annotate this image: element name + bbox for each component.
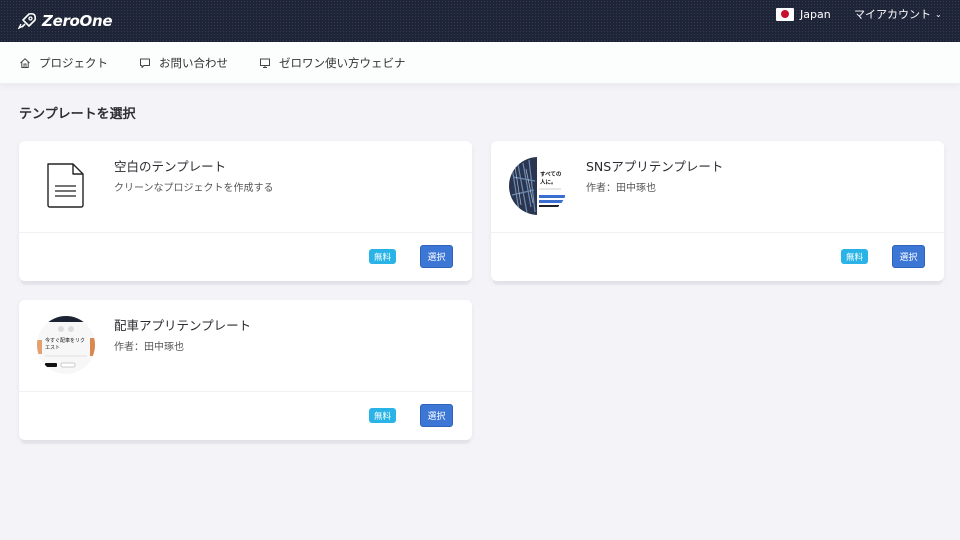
nav-bar: プロジェクト お問い合わせ ゼロワン使い方ウェビナ [0,42,960,84]
free-badge: 無料 [841,249,869,264]
select-button[interactable]: 選択 [892,245,925,268]
rocket-icon [18,12,37,30]
chevron-down-icon: ⌄ [935,9,942,19]
select-button[interactable]: 選択 [420,404,453,427]
chat-icon [140,58,150,68]
page-title: テンプレートを選択 [19,107,136,122]
logo[interactable]: ZeroOne [18,6,113,36]
template-card-ride: 今すぐ配車をリクエスト 配車アプリテンプレート 作者：田中琢也 無料 選択 [19,300,472,440]
japan-flag-icon [776,7,794,21]
thumbnail-caption: すべての人に。 [540,172,562,186]
account-label: マイアカウント [854,8,931,21]
nav-item-label: お問い合わせ [159,56,228,70]
language-selector[interactable]: Japan [776,7,831,21]
thumbnail-caption: 今すぐ配車をリクエスト [45,338,86,351]
select-button[interactable]: 選択 [420,245,453,268]
nav-item-webinar[interactable]: ゼロワン使い方ウェビナ [259,42,406,84]
document-icon [37,157,95,215]
free-badge: 無料 [369,249,397,264]
nav-item-label: ゼロワン使い方ウェビナ [279,56,406,70]
logo-text: ZeroOne [42,12,113,30]
template-subtitle: 作者：田中琢也 [114,342,184,353]
top-header: ZeroOne Japan マイアカウント ⌄ [0,0,960,42]
account-menu[interactable]: マイアカウント ⌄ [854,7,942,21]
template-card-blank: 空白のテンプレート クリーンなプロジェクトを作成する 無料 選択 [19,141,472,281]
language-label: Japan [800,7,831,21]
monitor-icon [260,58,270,68]
template-subtitle: 作者：田中琢也 [586,183,656,194]
template-subtitle: クリーンなプロジェクトを作成する [114,183,274,194]
template-title: SNSアプリテンプレート [586,159,724,174]
template-title: 空白のテンプレート [114,159,227,174]
nav-item-contact[interactable]: お問い合わせ [139,42,228,84]
home-icon [20,58,30,68]
card-divider [19,391,472,392]
template-card-sns: すべての人に。 SNSアプリテンプレート 作者：田中琢也 無料 選択 [491,141,944,281]
template-title: 配車アプリテンプレート [114,318,252,333]
card-divider [491,232,944,233]
free-badge: 無料 [369,408,397,423]
sns-app-thumbnail: すべての人に。 [509,157,567,215]
card-divider [19,232,472,233]
nav-item-projects[interactable]: プロジェクト [19,42,108,84]
nav-item-label: プロジェクト [39,56,108,70]
ride-app-thumbnail: 今すぐ配車をリクエスト [37,316,95,374]
